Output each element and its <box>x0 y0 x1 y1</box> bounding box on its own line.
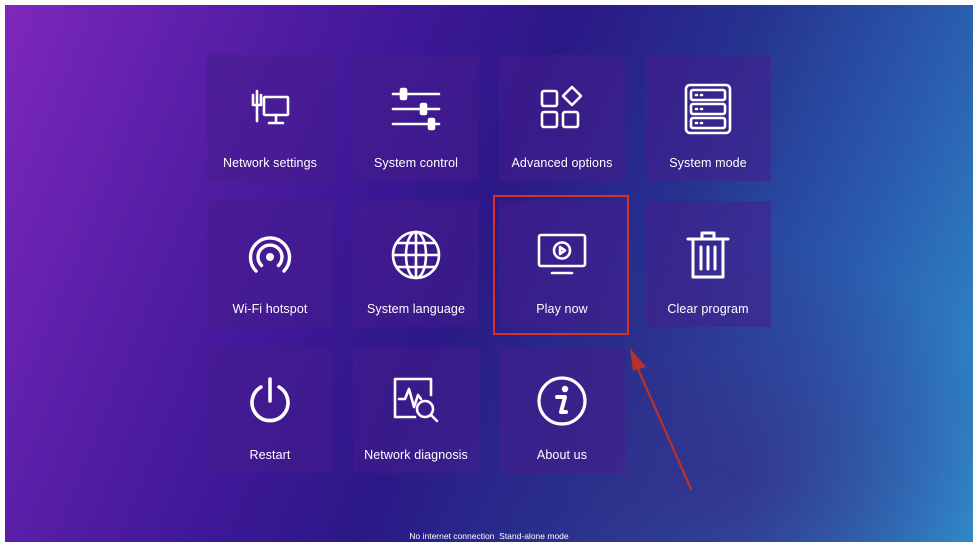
play-monitor-icon <box>499 227 625 283</box>
sliders-icon <box>353 81 479 137</box>
tile-system-control[interactable]: System control <box>353 55 479 181</box>
tile-wifi-hotspot[interactable]: Wi-Fi hotspot <box>207 201 333 327</box>
tile-label: About us <box>536 448 588 462</box>
tile-label: Network settings <box>223 156 317 170</box>
tile-label: System control <box>373 156 459 170</box>
power-icon <box>207 373 333 429</box>
trash-icon <box>645 227 771 283</box>
tv-screen: Network settings System control Advanced… <box>5 5 973 542</box>
tile-label: Wi-Fi hotspot <box>232 302 308 316</box>
tile-advanced-options[interactable]: Advanced options <box>499 55 625 181</box>
tile-label: System language <box>366 302 466 316</box>
tile-play-now[interactable]: Play now <box>493 195 629 335</box>
hotspot-icon <box>207 227 333 283</box>
tile-restart[interactable]: Restart <box>207 347 333 473</box>
tile-network-settings[interactable]: Network settings <box>207 55 333 181</box>
status-bar: No internet connection Stand-alone mode <box>5 531 973 541</box>
status-mode: Stand-alone mode <box>499 531 569 541</box>
tile-network-diagnosis[interactable]: Network diagnosis <box>353 347 479 473</box>
status-connection: No internet connection <box>409 531 495 541</box>
tile-label: Restart <box>249 448 291 462</box>
tile-label: Play now <box>536 302 588 316</box>
globe-icon <box>353 227 479 283</box>
tile-clear-program[interactable]: Clear program <box>645 201 771 327</box>
apps-grid-icon <box>499 81 625 137</box>
settings-grid: Network settings System control Advanced… <box>207 55 771 475</box>
tile-label: Network diagnosis <box>364 448 468 462</box>
network-settings-icon <box>207 81 333 137</box>
server-icon <box>645 81 771 137</box>
tile-label: System mode <box>669 156 747 170</box>
tile-label: Clear program <box>667 302 749 316</box>
info-icon <box>499 373 625 429</box>
tile-about-us[interactable]: About us <box>499 347 625 473</box>
tile-system-language[interactable]: System language <box>353 201 479 327</box>
diagnosis-icon <box>353 373 479 429</box>
tile-system-mode[interactable]: System mode <box>645 55 771 181</box>
tile-label: Advanced options <box>511 156 613 170</box>
